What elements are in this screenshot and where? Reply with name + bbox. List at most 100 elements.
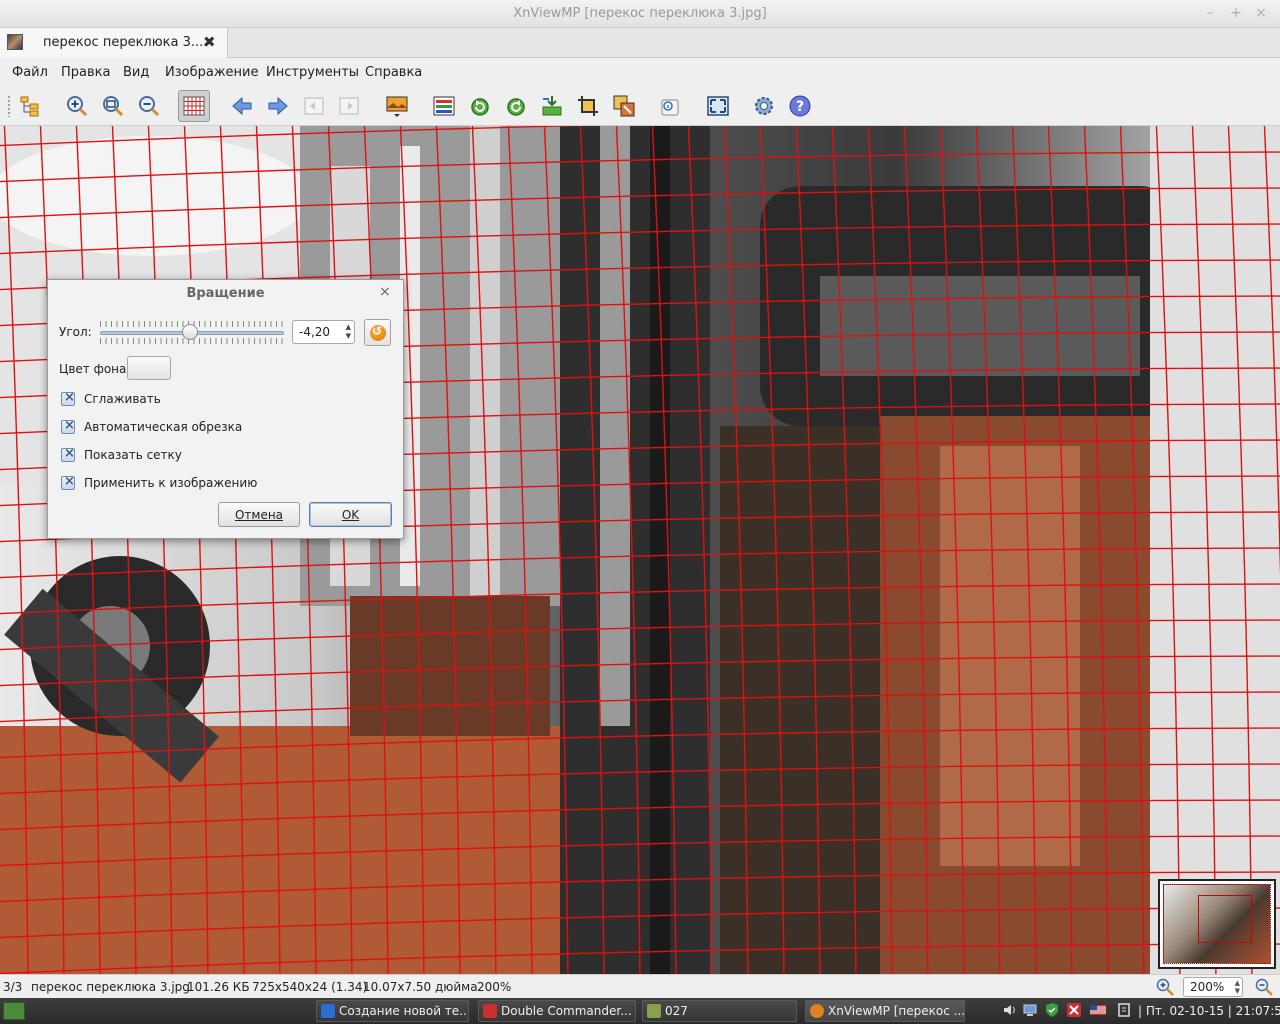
status-filesize: 101.26 КБ: [187, 980, 250, 994]
folder-icon: [647, 1004, 661, 1018]
maximize-button[interactable]: +: [1228, 5, 1244, 21]
help-icon[interactable]: ?: [788, 94, 812, 118]
crop-icon[interactable]: [576, 94, 600, 118]
bg-color-button[interactable]: [127, 356, 171, 380]
image-viewport[interactable]: [0, 126, 1280, 974]
double-commander-tray-icon[interactable]: [1066, 1002, 1082, 1018]
tab-label: перекос переклюка 3....: [43, 35, 208, 50]
status-zoom-out-icon[interactable]: [1254, 977, 1274, 997]
menu-edit[interactable]: Правка: [61, 65, 110, 80]
menu-help[interactable]: Справка: [365, 65, 422, 80]
window-title: XnViewMP [перекос переклюка 3.jpg]: [513, 6, 767, 21]
rotate-right-icon[interactable]: [504, 94, 528, 118]
tab-close-button[interactable]: ✖: [203, 33, 216, 51]
toolbar: ?: [0, 86, 1280, 126]
reset-angle-button[interactable]: [364, 319, 391, 346]
status-index: 3/3: [3, 980, 23, 994]
task-label: Создание новой те...: [339, 1004, 469, 1018]
show-grid-checkbox[interactable]: [61, 446, 75, 462]
zoom-out-icon[interactable]: [137, 94, 161, 118]
status-zoom: 200%: [477, 980, 512, 994]
antialias-checkbox[interactable]: [61, 390, 75, 406]
show-grid-label: Показать сетку: [84, 448, 182, 462]
angle-spinbox[interactable]: -4,20 ▲ ▼: [292, 320, 355, 344]
task-label: 027: [665, 1004, 688, 1018]
import-icon[interactable]: [540, 94, 564, 118]
zoom-in-icon[interactable]: [65, 94, 89, 118]
adjust-icon[interactable]: [432, 94, 456, 118]
ok-button[interactable]: OK: [309, 502, 392, 527]
title-bar: XnViewMP [перекос переклюка 3.jpg] – + ×: [0, 0, 1280, 28]
network-icon[interactable]: [1022, 1002, 1038, 1018]
security-shield-icon[interactable]: [1044, 1002, 1060, 1018]
status-zoom-in-icon[interactable]: [1155, 977, 1175, 997]
angle-slider-handle[interactable]: [182, 324, 198, 340]
autocrop-label: Автоматическая обрезка: [84, 420, 243, 434]
menu-image[interactable]: Изображение: [165, 65, 258, 80]
zoom-field-value: 200%: [1190, 980, 1225, 994]
apply-to-image-checkbox[interactable]: [61, 474, 75, 490]
task-folder[interactable]: 027: [642, 1000, 797, 1022]
autocrop-checkbox[interactable]: [61, 418, 75, 434]
image-thumbnail-icon: [7, 34, 23, 50]
last-icon[interactable]: [337, 94, 361, 118]
status-dimensions: 725x540x24 (1.34): [252, 980, 368, 994]
status-bar: 3/3 перекос переклюка 3.jpg 101.26 КБ 72…: [0, 974, 1280, 998]
menu-file[interactable]: Файл: [12, 65, 48, 80]
status-print-size: 10.07x7.50 дюйма: [363, 980, 478, 994]
task-label: Double Commander...: [501, 1004, 632, 1018]
grid-icon[interactable]: [178, 90, 210, 122]
browser-icon[interactable]: [18, 94, 42, 118]
editor-app-icon: [321, 1004, 335, 1018]
toolbar-grip[interactable]: [7, 95, 11, 117]
cancel-button[interactable]: Отмена: [218, 502, 300, 527]
minimize-button[interactable]: –: [1202, 5, 1218, 21]
spin-arrows-icon[interactable]: ▲ ▼: [346, 323, 351, 341]
previous-icon[interactable]: [230, 94, 254, 118]
reset-icon: [370, 324, 386, 341]
svg-text:?: ?: [796, 99, 804, 115]
double-commander-icon: [483, 1004, 497, 1018]
rotation-dialog: Вращение × Угол: -4,20 ▲▼ Цвет фона Сгла…: [47, 279, 404, 539]
apply-to-image-label: Применить к изображению: [84, 476, 258, 490]
fullscreen-icon[interactable]: [706, 94, 730, 118]
task-text-editor[interactable]: Создание новой те...: [316, 1000, 469, 1022]
xnview-icon: [810, 1004, 824, 1018]
menu-view[interactable]: Вид: [123, 65, 149, 80]
image-tab[interactable]: перекос переклюка 3.... ✖: [0, 28, 228, 58]
task-label: XnViewMP [перекос ...: [828, 1004, 965, 1018]
volume-icon[interactable]: [1002, 1002, 1018, 1018]
navigator-thumbnail[interactable]: [1158, 879, 1276, 969]
navigator-visible-area[interactable]: [1198, 895, 1252, 943]
wallpaper-icon[interactable]: [385, 94, 409, 118]
keyboard-layout-flag-icon[interactable]: [1090, 1002, 1106, 1018]
navigator-image: [1163, 884, 1271, 964]
angle-label: Угол:: [59, 325, 92, 339]
clock[interactable]: | Пт. 02-10-15 | 21:07:53: [1138, 1004, 1280, 1018]
resize-icon[interactable]: [612, 94, 636, 118]
dialog-close-button[interactable]: ×: [379, 284, 391, 300]
photo-canvas: [0, 126, 1280, 974]
task-double-commander[interactable]: Double Commander...: [478, 1000, 636, 1022]
status-filename: перекос переклюка 3.jpg: [31, 980, 190, 994]
menu-tools[interactable]: Инструменты: [266, 65, 359, 80]
taskbar: Создание новой те... Double Commander...…: [0, 998, 1280, 1024]
antialias-label: Сглаживать: [84, 392, 161, 406]
angle-value: -4,20: [299, 325, 331, 339]
bg-color-label: Цвет фона: [59, 362, 127, 376]
close-window-button[interactable]: ×: [1253, 5, 1269, 21]
zoom-fit-icon[interactable]: [101, 94, 125, 118]
clipboard-icon[interactable]: [1116, 1002, 1132, 1018]
zoom-combobox[interactable]: 200% ▲ ▼: [1183, 977, 1243, 997]
zoom-spin-icon[interactable]: ▲ ▼: [1235, 979, 1240, 995]
start-menu-icon[interactable]: [3, 1002, 25, 1020]
dialog-title: Вращение: [186, 286, 265, 301]
settings-icon[interactable]: [752, 94, 776, 118]
first-icon[interactable]: [302, 94, 326, 118]
tab-bar: перекос переклюка 3.... ✖: [0, 28, 1280, 58]
info-icon[interactable]: [658, 94, 682, 118]
next-icon[interactable]: [266, 94, 290, 118]
task-xnviewmp[interactable]: XnViewMP [перекос ...: [805, 1000, 965, 1022]
rotate-left-icon[interactable]: [468, 94, 492, 118]
menu-bar: Файл Правка Вид Изображение Инструменты …: [0, 58, 1280, 86]
